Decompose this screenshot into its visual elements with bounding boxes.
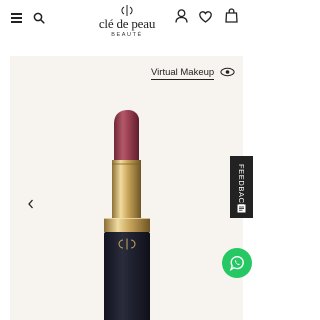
menu-line [11,17,22,19]
lipstick-collar [104,218,150,232]
hamburger-menu-icon[interactable] [11,12,23,23]
whatsapp-chat-button[interactable] [222,248,252,278]
heart-icon[interactable] [199,11,212,23]
logo-subtitle: BEAUTÉ [111,32,143,38]
lipstick-inner-sleeve [112,160,141,220]
logo-name: clé de peau [98,16,156,31]
shopping-bag-icon[interactable] [225,8,238,23]
search-icon[interactable] [33,12,45,24]
feedback-doc-icon [237,204,246,213]
feedback-tab[interactable]: FEEDBACK [230,156,253,218]
user-icon[interactable] [175,9,188,23]
virtual-makeup-link[interactable]: Virtual Makeup [151,67,215,80]
whatsapp-icon [229,255,244,272]
menu-line [11,13,22,15]
lipstick-bullet [114,110,139,162]
product-image-viewer: Virtual Makeup [10,56,252,320]
brand-logo[interactable]: clé de peau BEAUTÉ [96,4,158,46]
menu-line [11,21,22,23]
chevron-left-icon[interactable] [26,198,36,210]
lipstick-product-image [104,110,150,320]
eye-icon[interactable] [220,67,235,77]
site-header: clé de peau BEAUTÉ [0,0,253,46]
